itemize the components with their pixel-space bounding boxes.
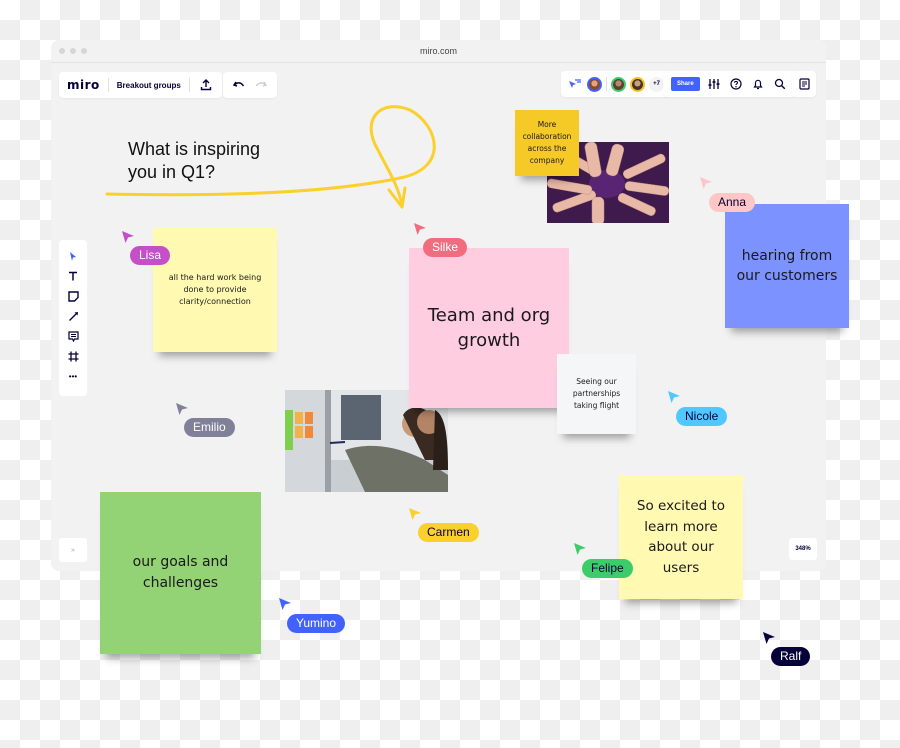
cursor-label-ralf: Ralf [771, 647, 811, 666]
cursor-pointer-icon-emilio [176, 403, 188, 415]
sticky-text: our goals and challenges [132, 554, 229, 591]
cursor-label-emilio: Emilio [184, 418, 235, 437]
cursor-label-silke: Silke [423, 238, 468, 257]
sticky-text: hearing from our customers [736, 248, 838, 284]
board-question[interactable]: What is inspiring you in Q1? [128, 138, 288, 184]
cursor-label-felipe: Felipe [582, 559, 633, 578]
sticky-note-goals[interactable]: our goals and challenges [100, 492, 261, 654]
sticky-note-excited[interactable]: So excited to learn more about our users [619, 475, 743, 599]
cursor-pointer-icon-carmen [409, 508, 421, 520]
cursor-pointer-icon-yumino [279, 598, 291, 610]
sticky-note-team-growth[interactable]: Team and org growth [409, 248, 569, 408]
sticky-text: Seeing our partnerships taking flight [572, 377, 621, 410]
sticky-text: So excited to learn more about our users [636, 498, 726, 576]
cursor-label-lisa: Lisa [130, 246, 171, 265]
sticky-note-partnerships[interactable]: Seeing our partnerships taking flight [557, 354, 636, 434]
sticky-text: all the hard work being done to provide … [168, 273, 262, 306]
cursor-label-carmen: Carmen [418, 523, 479, 542]
sticky-note-hard-work[interactable]: all the hard work being done to provide … [153, 228, 277, 352]
sticky-text: More collaboration across the company [522, 120, 572, 165]
sticky-text: Team and org growth [427, 305, 551, 351]
sticky-note-collaboration[interactable]: More collaboration across the company [515, 110, 579, 176]
sticky-note-customers[interactable]: hearing from our customers [725, 204, 849, 328]
cursor-pointer-icon-lisa [122, 231, 134, 243]
cursor-pointer-icon-ralf [763, 632, 775, 644]
cursor-label-anna: Anna [709, 193, 756, 212]
cursor-pointer-icon-anna [700, 177, 712, 189]
cursor-label-nicole: Nicole [676, 407, 728, 426]
cursor-pointer-icon-felipe [574, 543, 586, 555]
cursor-label-yumino: Yumino [287, 614, 346, 633]
cursor-pointer-icon-nicole [668, 391, 680, 403]
cursor-pointer-icon-silke [414, 223, 426, 235]
